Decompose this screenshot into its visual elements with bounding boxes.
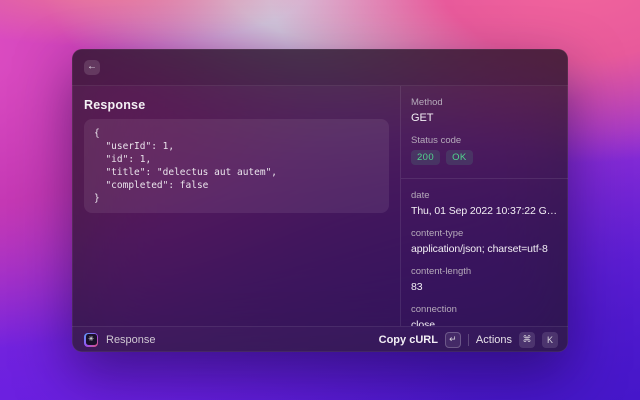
details-summary-section: Method GET Status code 200 OK — [401, 86, 568, 178]
field-label: Status code — [411, 135, 562, 146]
copy-curl-button[interactable]: Copy cURL ↵ — [379, 332, 461, 348]
code-line: "title": "delectus aut autem", — [94, 166, 379, 179]
asterisk-icon: ✳ — [86, 334, 97, 345]
field-label: Method — [411, 97, 562, 108]
extension-icon: ✳ — [84, 333, 98, 347]
back-button[interactable]: ← — [84, 60, 100, 75]
response-panel-title: Response — [84, 98, 389, 112]
status-text-badge: OK — [446, 150, 473, 165]
field-label: connection — [411, 304, 562, 315]
footer-actions: Copy cURL ↵ Actions ⌘ K — [379, 332, 558, 348]
code-line: "userId": 1, — [94, 140, 379, 153]
actions-label: Actions — [476, 334, 512, 346]
window-header: ← — [72, 49, 568, 86]
field-value: application/json; charset=utf-8 — [411, 243, 562, 255]
back-arrow-icon: ← — [87, 62, 97, 72]
detail-field-content-length: content-length 83 — [411, 266, 562, 293]
field-label: date — [411, 190, 562, 201]
details-headers-section: date Thu, 01 Sep 2022 10:37:22 G… conten… — [401, 178, 568, 326]
field-value: Thu, 01 Sep 2022 10:37:22 G… — [411, 205, 562, 217]
code-line: } — [94, 192, 379, 205]
code-line: "id": 1, — [94, 153, 379, 166]
status-code-badge: 200 — [411, 150, 440, 165]
code-line: { — [94, 127, 379, 140]
field-value: 83 — [411, 281, 562, 293]
command-key-icon: ⌘ — [519, 332, 535, 348]
method-value: GET — [411, 112, 562, 124]
k-key-badge: K — [542, 332, 558, 348]
detail-field-connection: connection close — [411, 304, 562, 326]
field-label: content-type — [411, 228, 562, 239]
desktop-wallpaper: { "icons": { "back": "←", "return_key": … — [0, 0, 640, 400]
action-bar: ✳ Response Copy cURL ↵ Actions ⌘ K — [72, 326, 568, 352]
detail-field-content-type: content-type application/json; charset=u… — [411, 228, 562, 255]
detail-field-date: date Thu, 01 Sep 2022 10:37:22 G… — [411, 190, 562, 217]
field-label: content-length — [411, 266, 562, 277]
footer-view-title: Response — [106, 334, 156, 346]
response-details-panel: Method GET Status code 200 OK date Thu, … — [400, 86, 568, 326]
detail-field-status: Status code 200 OK — [411, 135, 562, 165]
return-key-icon: ↵ — [445, 332, 461, 348]
status-badge-row: 200 OK — [411, 150, 562, 165]
window-main: Response { "userId": 1, "id": 1, "title"… — [72, 86, 568, 326]
raycast-window: ← Response { "userId": 1, "id": 1, "titl… — [72, 49, 568, 352]
code-line: "completed": false — [94, 179, 379, 192]
response-panel: Response { "userId": 1, "id": 1, "title"… — [72, 86, 400, 326]
response-json-block: { "userId": 1, "id": 1, "title": "delect… — [84, 119, 389, 213]
footer-separator — [468, 334, 469, 346]
copy-curl-label: Copy cURL — [379, 334, 438, 346]
actions-menu-button[interactable]: Actions ⌘ K — [476, 332, 558, 348]
field-value: close — [411, 319, 562, 326]
detail-field-method: Method GET — [411, 97, 562, 124]
